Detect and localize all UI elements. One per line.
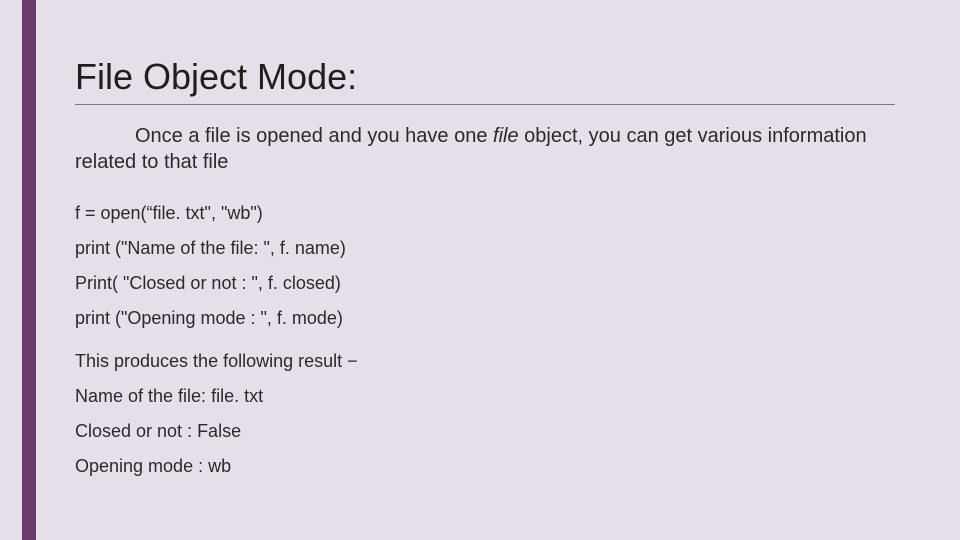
code-line: print ("Name of the file: ", f. name) xyxy=(75,238,920,259)
result-line: Opening mode : wb xyxy=(75,456,920,477)
title-underline xyxy=(75,104,895,105)
code-line: print ("Opening mode : ", f. mode) xyxy=(75,308,920,329)
intro-text-1: Once a file is opened and you have one xyxy=(135,125,493,147)
slide-content: File Object Mode: Once a file is opened … xyxy=(75,56,920,491)
result-line: Name of the file: file. txt xyxy=(75,386,920,407)
result-header: This produces the following result − xyxy=(75,351,920,372)
accent-bar xyxy=(22,0,36,540)
intro-italic: file xyxy=(493,125,519,147)
code-block: f = open(“file. txt", "wb") print ("Name… xyxy=(75,203,920,329)
slide-title: File Object Mode: xyxy=(75,56,920,98)
slide: File Object Mode: Once a file is opened … xyxy=(0,0,960,540)
code-line: f = open(“file. txt", "wb") xyxy=(75,203,920,224)
code-line: Print( "Closed or not : ", f. closed) xyxy=(75,273,920,294)
result-block: This produces the following result − Nam… xyxy=(75,351,920,477)
result-line: Closed or not : False xyxy=(75,421,920,442)
intro-paragraph: Once a file is opened and you have one f… xyxy=(75,123,895,175)
